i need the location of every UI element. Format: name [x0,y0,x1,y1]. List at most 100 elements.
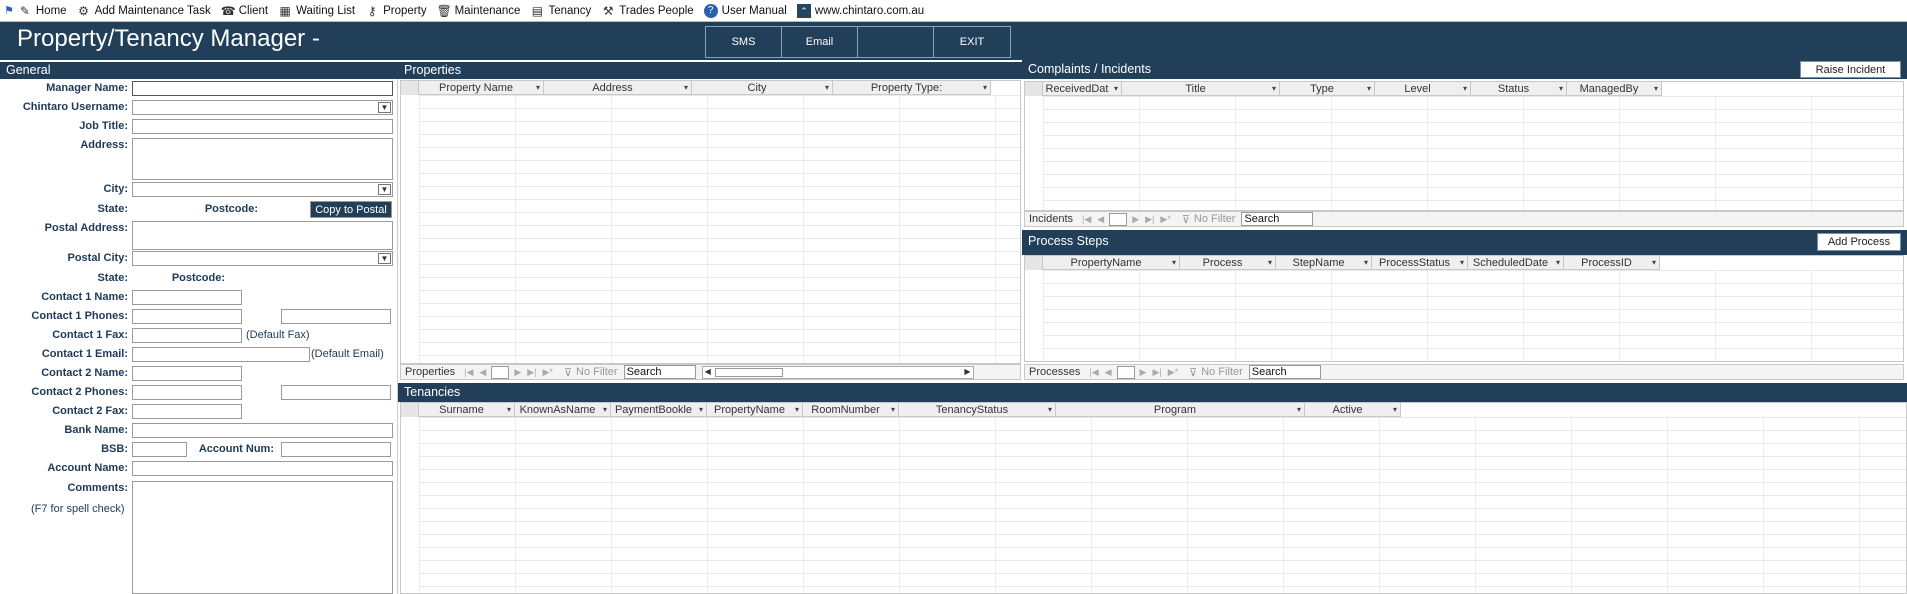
scroll-thumb[interactable] [714,367,783,377]
blank-button[interactable] [858,27,934,57]
incidents-grid[interactable]: ReceivedDat ▾ Title ▾ Type ▾ Level ▾ Status ▾… [1024,81,1904,211]
toolbar-website-link[interactable]: ⌃ www.chintaro.com.au [796,3,924,18]
exit-button[interactable]: EXIT [934,27,1010,57]
select-all-cell[interactable] [1025,82,1043,96]
chevron-down-icon[interactable]: ▼ [378,253,391,264]
record-number-field[interactable] [1109,212,1128,226]
postal-city-combo[interactable]: ▼ [132,251,393,266]
record-number-field[interactable] [1116,365,1135,379]
account-name-field[interactable] [132,461,393,476]
column-header[interactable]: ProcessStatus ▾ [1372,256,1468,270]
contact2-name-field[interactable] [132,366,242,381]
toolbar-client[interactable]: ☎ Client [221,4,268,18]
column-header[interactable]: TenancyStatus ▾ [899,403,1056,417]
column-header[interactable]: Surname ▾ [419,403,515,417]
chevron-down-icon[interactable]: ▾ [603,403,607,417]
search-input[interactable]: Search [1241,212,1314,226]
add-process-button[interactable]: Add Process [1817,233,1901,251]
city-combo[interactable]: ▼ [132,182,393,197]
chevron-down-icon[interactable]: ▾ [507,403,511,417]
previous-record-icon[interactable]: ◀ [1105,367,1112,378]
horizontal-scrollbar[interactable]: ◀ ▶ [701,365,974,379]
chevron-down-icon[interactable]: ▾ [1652,256,1656,270]
contact2-phone1-field[interactable] [132,385,242,400]
chevron-down-icon[interactable]: ▾ [795,403,799,417]
contact2-fax-field[interactable] [132,404,242,419]
contact1-name-field[interactable] [132,290,242,305]
chevron-down-icon[interactable]: ▾ [1393,403,1397,417]
column-header[interactable]: StepName ▾ [1276,256,1372,270]
bsb-field[interactable] [132,442,187,457]
contact2-phone2-field[interactable] [281,385,391,400]
username-combo[interactable]: ▼ [132,100,393,115]
new-record-icon[interactable]: ▶* [1160,214,1170,225]
chevron-down-icon[interactable]: ▾ [1172,256,1176,270]
chevron-down-icon[interactable]: ▼ [378,102,391,113]
chevron-down-icon[interactable]: ▾ [1654,82,1658,96]
column-header[interactable]: Title ▾ [1122,82,1280,96]
contact1-phone2-field[interactable] [281,309,391,324]
filter-toggle[interactable]: ⊽ No Filter [1189,366,1243,379]
chevron-down-icon[interactable]: ▾ [983,81,987,95]
column-header[interactable]: Type ▾ [1280,82,1375,96]
filter-toggle[interactable]: ⊽ No Filter [564,366,618,379]
toolbar-maintenance[interactable]: 🗑 Maintenance [437,4,521,18]
sms-button[interactable]: SMS [706,27,782,57]
column-header[interactable]: Address ▾ [544,81,692,95]
contact1-phone1-field[interactable] [132,309,242,324]
properties-grid[interactable]: Property Name ▾ Address ▾ City ▾ Property T… [400,80,1021,364]
column-header[interactable]: PropertyName ▾ [1043,256,1180,270]
toolbar-property[interactable]: ⚷ Property [365,4,427,18]
bank-name-field[interactable] [132,423,393,438]
toolbar-add-maintenance-task[interactable]: ⚙ Add Maintenance Task [77,4,211,18]
toolbar-trades-people[interactable]: ⚒ Trades People [601,4,694,18]
column-header[interactable]: PaymentBookle ▾ [611,403,707,417]
chevron-down-icon[interactable]: ▾ [891,403,895,417]
column-header[interactable]: ScheduledDate ▾ [1468,256,1564,270]
column-header[interactable]: Level ▾ [1375,82,1471,96]
toolbar-waiting-list[interactable]: ▦ Waiting List [278,4,355,18]
chevron-down-icon[interactable]: ▾ [1556,256,1560,270]
column-header[interactable]: City ▾ [692,81,833,95]
chevron-down-icon[interactable]: ▾ [684,81,688,95]
filter-toggle[interactable]: ⊽ No Filter [1182,213,1236,226]
first-record-icon[interactable]: |◀ [1082,214,1091,225]
first-record-icon[interactable]: |◀ [464,367,473,378]
chevron-down-icon[interactable]: ▾ [825,81,829,95]
select-all-cell[interactable] [1025,256,1043,270]
job-title-field[interactable] [132,119,393,134]
new-record-icon[interactable]: ▶* [1168,367,1178,378]
column-header[interactable]: ReceivedDat ▾ [1043,82,1122,96]
search-input[interactable]: Search [623,365,696,379]
toolbar-user-manual[interactable]: ? User Manual [703,3,787,18]
column-header[interactable]: ManagedBy ▾ [1567,82,1662,96]
next-record-icon[interactable]: ▶ [514,367,521,378]
chevron-down-icon[interactable]: ▾ [536,81,540,95]
column-header[interactable]: Property Type: ▾ [833,81,991,95]
column-header[interactable]: PropertyName ▾ [707,403,803,417]
next-record-icon[interactable]: ▶ [1140,367,1147,378]
chevron-down-icon[interactable]: ▾ [1297,403,1301,417]
chevron-down-icon[interactable]: ▾ [1367,82,1371,96]
column-header[interactable]: RoomNumber ▾ [803,403,899,417]
column-header[interactable]: ProcessID ▾ [1564,256,1660,270]
last-record-icon[interactable]: ▶| [527,367,536,378]
toolbar-home[interactable]: ✎ Home [18,4,67,18]
copy-to-postal-button[interactable]: Copy to Postal [310,201,392,218]
manager-name-field[interactable] [132,81,393,96]
column-header[interactable]: Program ▾ [1056,403,1305,417]
raise-incident-button[interactable]: Raise Incident [1800,61,1901,78]
chevron-down-icon[interactable]: ▾ [1268,256,1272,270]
select-all-cell[interactable] [401,403,419,417]
chevron-down-icon[interactable]: ▾ [1364,256,1368,270]
chevron-down-icon[interactable]: ▼ [378,184,391,195]
scroll-left-icon[interactable]: ◀ [705,367,711,376]
process-steps-grid[interactable]: PropertyName ▾ Process ▾ StepName ▾ Process… [1024,255,1904,362]
column-header[interactable]: Status ▾ [1471,82,1567,96]
column-header[interactable]: Property Name ▾ [419,81,544,95]
scroll-right-icon[interactable]: ▶ [964,367,970,376]
search-input[interactable]: Search [1248,365,1321,379]
new-record-icon[interactable]: ▶* [543,367,553,378]
chevron-down-icon[interactable]: ▾ [1114,82,1118,96]
comments-field[interactable] [132,481,393,594]
